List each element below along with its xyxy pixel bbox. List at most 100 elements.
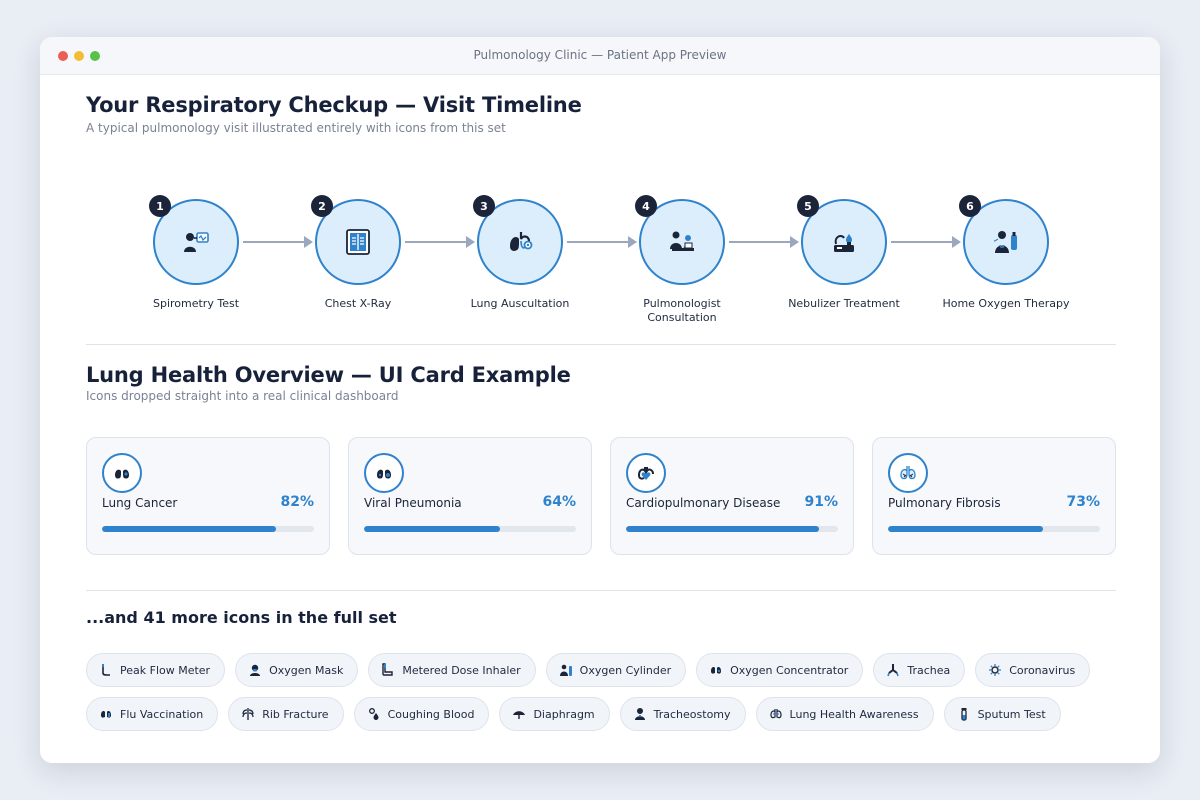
chip-flu-vaccination[interactable]: Flu Vaccination xyxy=(86,697,219,731)
inhaler-icon xyxy=(381,663,395,677)
chip-coronavirus[interactable]: Coronavirus xyxy=(975,653,1091,687)
card-cardiopulmonary-disease[interactable]: Cardiopulmonary Disease 91% xyxy=(610,437,854,555)
progress-bar xyxy=(888,526,1100,532)
step-number: 4 xyxy=(635,195,657,217)
chip-trachea[interactable]: Trachea xyxy=(873,653,966,687)
coughing-blood-icon xyxy=(367,707,381,721)
step-number: 2 xyxy=(311,195,333,217)
lung-auscultation-icon xyxy=(510,232,533,251)
lung-awareness-icon xyxy=(769,707,783,721)
step-number: 1 xyxy=(149,195,171,217)
nebulizer-icon xyxy=(834,234,854,252)
consultation-icon xyxy=(670,231,694,251)
chip-oxygen-mask[interactable]: Oxygen Mask xyxy=(235,653,359,687)
viral-pneumonia-icon xyxy=(377,466,391,479)
pulmonary-fibrosis-icon xyxy=(900,466,916,480)
flu-vaccination-icon xyxy=(99,707,113,721)
coronavirus-icon xyxy=(988,663,1002,677)
card-title: Cardiopulmonary Disease xyxy=(626,496,781,510)
chip-metered-dose-inhaler[interactable]: Metered Dose Inhaler xyxy=(368,653,536,687)
chip-label: Tracheostomy xyxy=(653,707,731,721)
lung-cancer-icon xyxy=(115,466,129,479)
overview-subtitle: Icons dropped straight into a real clini… xyxy=(86,389,399,403)
timeline-step-spirometry[interactable]: 1 Spirometry Test xyxy=(126,195,266,329)
chip-diaphragm[interactable]: Diaphragm xyxy=(499,697,610,731)
chip-label: Diaphragm xyxy=(533,707,595,721)
chip-peak-flow-meter[interactable]: Peak Flow Meter xyxy=(86,653,226,687)
chip-coughing-blood[interactable]: Coughing Blood xyxy=(353,697,490,731)
chip-label: Rib Fracture xyxy=(262,707,329,721)
window-titlebar: Pulmonology Clinic — Patient App Preview xyxy=(40,37,1160,75)
progress-fill xyxy=(626,526,819,532)
card-lung-cancer[interactable]: Lung Cancer 82% xyxy=(86,437,330,555)
chip-label: Metered Dose Inhaler xyxy=(402,663,521,677)
chip-label: Coronavirus xyxy=(1009,663,1076,677)
chip-label: Oxygen Mask xyxy=(269,663,344,677)
progress-bar xyxy=(626,526,838,532)
chip-label: Oxygen Cylinder xyxy=(579,663,672,677)
chip-tracheostomy[interactable]: Tracheostomy xyxy=(619,697,746,731)
chest-xray-icon xyxy=(346,229,370,255)
section-divider xyxy=(86,590,1116,591)
timeline-step-chest-xray[interactable]: 2 Chest X-Ray xyxy=(288,195,428,329)
step-number: 3 xyxy=(473,195,495,217)
chip-oxygen-cylinder[interactable]: Oxygen Cylinder xyxy=(545,653,687,687)
card-percentage: 73% xyxy=(1066,494,1100,510)
chip-oxygen-concentrator[interactable]: Oxygen Concentrator xyxy=(696,653,864,687)
timeline-subtitle: A typical pulmonology visit illustrated … xyxy=(86,121,506,135)
overview-title: Lung Health Overview — UI Card Example xyxy=(86,363,571,387)
chip-label: Peak Flow Meter xyxy=(120,663,211,677)
step-label: Spirometry Test xyxy=(152,297,240,310)
timeline-title: Your Respiratory Checkup — Visit Timelin… xyxy=(86,93,582,117)
step-label: Lung Auscultation xyxy=(470,297,570,310)
chip-label: Sputum Test xyxy=(977,707,1046,721)
timeline-step-home-oxygen[interactable]: 6 Home Oxygen Therapy xyxy=(936,195,1076,329)
timeline-step-consultation[interactable]: 4 Pulmonologist Consultation xyxy=(612,195,752,329)
chip-label: Oxygen Concentrator xyxy=(730,663,849,677)
chip-row: Flu Vaccination Rib Fracture Coughing Bl… xyxy=(86,697,1061,731)
cardiopulmonary-icon xyxy=(637,467,654,480)
progress-fill xyxy=(888,526,1043,532)
progress-fill xyxy=(364,526,500,532)
chip-label: Coughing Blood xyxy=(387,707,475,721)
chip-sputum-test[interactable]: Sputum Test xyxy=(943,697,1061,731)
card-title: Viral Pneumonia xyxy=(364,496,462,510)
card-title: Lung Cancer xyxy=(102,496,178,510)
card-pulmonary-fibrosis[interactable]: Pulmonary Fibrosis 73% xyxy=(872,437,1116,555)
oxygen-cylinder-icon xyxy=(559,663,573,677)
spirometry-icon xyxy=(184,232,209,252)
section-divider xyxy=(86,344,1116,345)
progress-fill xyxy=(102,526,276,532)
tracheostomy-icon xyxy=(633,707,647,721)
chip-label: Lung Health Awareness xyxy=(789,707,919,721)
oxygen-concentrator-icon xyxy=(709,663,723,677)
chip-label: Flu Vaccination xyxy=(120,707,204,721)
visit-timeline: 1 Spirometry Test 2 Chest X-Ray 3 Lung A… xyxy=(86,195,1116,329)
window-title: Pulmonology Clinic — Patient App Preview xyxy=(473,48,727,62)
trachea-icon xyxy=(886,663,900,677)
peak-flow-meter-icon xyxy=(99,663,113,677)
step-label: Pulmonologist Consultation xyxy=(643,297,721,324)
oxygen-mask-icon xyxy=(248,663,262,677)
lung-health-cards: Lung Cancer 82% Viral Pneumonia 64% Card… xyxy=(86,437,1116,555)
diaphragm-icon xyxy=(512,707,526,721)
card-percentage: 82% xyxy=(280,494,314,510)
home-oxygen-icon xyxy=(993,231,1017,253)
sputum-test-icon xyxy=(957,707,971,721)
progress-bar xyxy=(102,526,314,532)
timeline-step-lung-auscultation[interactable]: 3 Lung Auscultation xyxy=(450,195,590,329)
timeline-step-nebulizer[interactable]: 5 Nebulizer Treatment xyxy=(774,195,914,329)
step-number: 5 xyxy=(797,195,819,217)
card-percentage: 91% xyxy=(804,494,838,510)
card-viral-pneumonia[interactable]: Viral Pneumonia 64% xyxy=(348,437,592,555)
step-label: Nebulizer Treatment xyxy=(788,297,900,310)
step-label: Home Oxygen Therapy xyxy=(942,297,1070,310)
app-window: Pulmonology Clinic — Patient App Preview… xyxy=(40,37,1160,763)
step-label: Chest X-Ray xyxy=(324,297,392,310)
chip-lung-health-awareness[interactable]: Lung Health Awareness xyxy=(755,697,934,731)
progress-bar xyxy=(364,526,576,532)
chip-rib-fracture[interactable]: Rib Fracture xyxy=(228,697,344,731)
chip-label: Trachea xyxy=(907,663,951,677)
more-icons-title: ...and 41 more icons in the full set xyxy=(86,608,397,627)
step-number: 6 xyxy=(959,195,981,217)
